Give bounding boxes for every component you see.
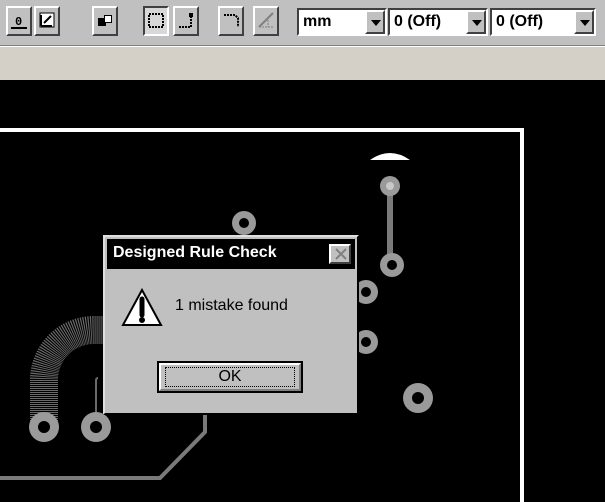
corner-route-icon <box>179 13 193 28</box>
chevron-down-icon[interactable] <box>574 10 594 34</box>
close-icon <box>335 248 347 260</box>
pad-hole <box>361 287 371 297</box>
rule-check-dialog: Designed Rule Check 1 mistake found OK <box>103 235 359 415</box>
corner-route-button[interactable] <box>173 6 199 36</box>
toolbar: 0 mm 0 (Off) 0 (Off) <box>0 0 605 46</box>
pad-hole <box>387 260 397 270</box>
ok-button-label: OK <box>218 368 242 385</box>
component-icon <box>98 15 112 26</box>
chevron-down-icon[interactable] <box>365 10 385 34</box>
component-button[interactable] <box>92 6 118 36</box>
grid-corner-icon <box>39 12 55 28</box>
option-select-1[interactable]: 0 (Off) <box>388 8 488 36</box>
pad-hole <box>361 337 371 347</box>
corner-bevel-button[interactable] <box>218 6 244 36</box>
pad-hole <box>38 421 50 433</box>
ok-button[interactable]: OK <box>157 361 303 393</box>
pad-hole <box>90 421 102 433</box>
corner-bevel-icon <box>224 14 239 27</box>
unit-select-value: mm <box>303 13 332 30</box>
option-select-1-value: 0 (Off) <box>394 13 442 30</box>
option-select-2[interactable]: 0 (Off) <box>490 8 596 36</box>
dialog-title: Designed Rule Check <box>113 244 277 261</box>
layer-number-icon: 0 <box>11 15 27 29</box>
via-hole <box>386 182 394 190</box>
option-select-2-value: 0 (Off) <box>496 13 544 30</box>
chevron-down-icon[interactable] <box>466 10 486 34</box>
close-button[interactable] <box>329 244 351 264</box>
diagonal-route-button[interactable] <box>253 6 279 36</box>
connector-pad <box>370 153 410 160</box>
select-rect-button[interactable] <box>143 6 169 36</box>
dialog-title-bar[interactable]: Designed Rule Check <box>107 239 355 269</box>
dialog-message: 1 mistake found <box>175 297 288 314</box>
layer-number-button[interactable]: 0 <box>6 6 32 36</box>
grid-corner-button[interactable] <box>34 6 60 36</box>
secondary-toolbar <box>0 46 605 80</box>
svg-text:0: 0 <box>15 15 22 29</box>
select-rect-icon <box>148 13 164 28</box>
warning-icon <box>121 287 163 326</box>
pad-hole <box>239 218 249 228</box>
pad-hole <box>412 392 424 404</box>
diagonal-route-icon <box>258 12 274 28</box>
unit-select[interactable]: mm <box>297 8 387 36</box>
